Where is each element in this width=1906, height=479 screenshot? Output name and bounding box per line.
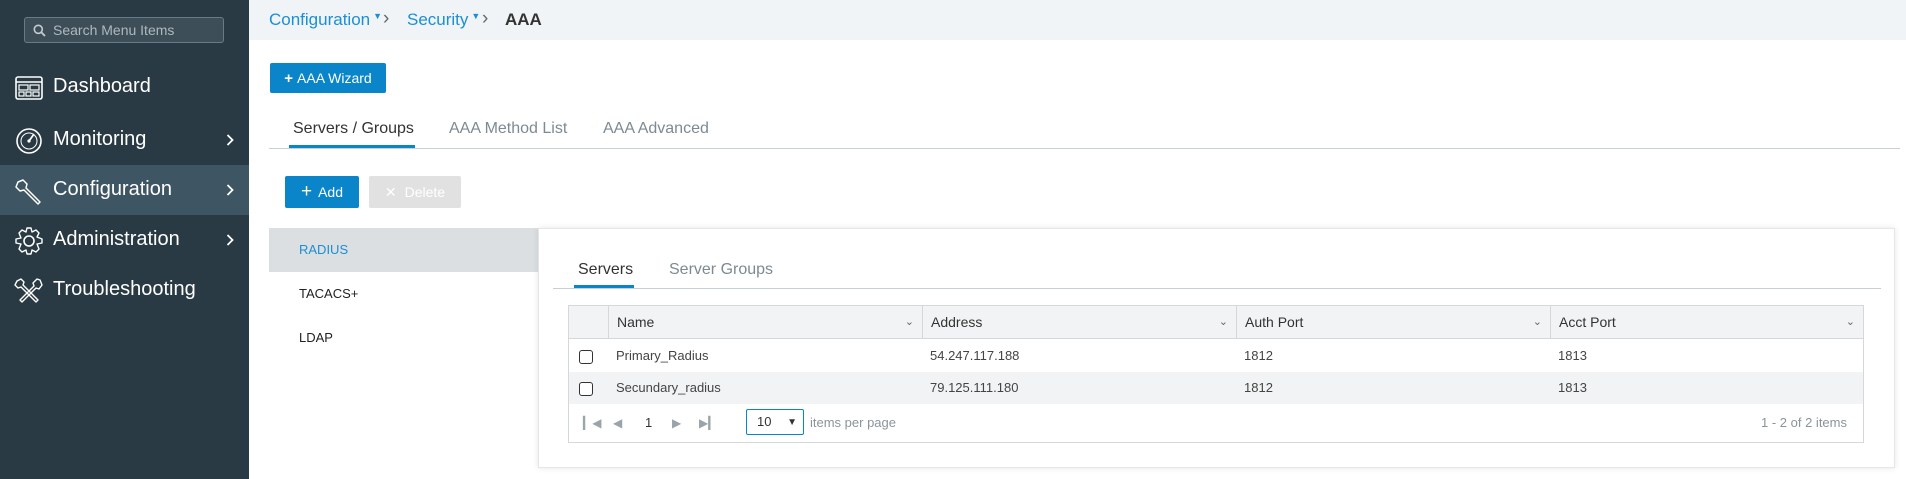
add-label: Add xyxy=(318,184,344,200)
column-label: Acct Port xyxy=(1559,314,1616,330)
aaa-wizard-label: AAA Wizard xyxy=(297,70,372,86)
tab-servers[interactable]: Servers xyxy=(578,261,633,279)
column-header-acct-port[interactable]: Acct Port ⌄ xyxy=(1550,306,1863,339)
tab-aaa-method-list[interactable]: AAA Method List xyxy=(449,120,567,138)
chevron-right-icon: › xyxy=(383,8,390,29)
monitoring-icon xyxy=(16,128,42,154)
sort-chevron-icon[interactable]: ⌄ xyxy=(1846,306,1855,339)
cell-name[interactable]: Secundary_radius xyxy=(616,372,721,404)
sort-chevron-icon[interactable]: ⌄ xyxy=(905,306,914,339)
tab-server-groups[interactable]: Server Groups xyxy=(669,261,773,279)
cell-auth-port: 1812 xyxy=(1244,380,1273,395)
column-header-name[interactable]: Name ⌄ xyxy=(608,306,922,339)
column-header-address[interactable]: Address ⌄ xyxy=(922,306,1236,339)
cell-name[interactable]: Primary_Radius xyxy=(616,340,708,372)
nav-label-dashboard: Dashboard xyxy=(53,75,151,97)
chevron-right-icon: › xyxy=(482,8,489,29)
table-row[interactable]: Secundary_radius 79.125.111.180 1812 181… xyxy=(569,372,1863,404)
chevron-right-icon xyxy=(226,234,234,246)
chevron-right-icon xyxy=(226,134,234,146)
search-input[interactable] xyxy=(53,22,213,38)
first-page-icon[interactable]: ▎◀ xyxy=(583,416,601,430)
current-page[interactable]: 1 xyxy=(645,415,652,430)
column-header-auth-port[interactable]: Auth Port ⌄ xyxy=(1236,306,1550,339)
plus-icon: + xyxy=(284,69,294,87)
add-button[interactable]: + Add xyxy=(285,176,359,208)
row-checkbox[interactable] xyxy=(579,382,593,396)
nav-label-monitoring: Monitoring xyxy=(53,128,147,150)
select-column-header xyxy=(569,306,608,339)
caret-down-icon: ▼ xyxy=(373,11,383,21)
aaa-wizard-button[interactable]: + AAA Wizard xyxy=(270,63,386,93)
plus-icon: + xyxy=(300,181,313,202)
next-page-icon[interactable]: ▶ xyxy=(672,416,681,430)
dashboard-icon xyxy=(15,76,43,100)
table-header: Name ⌄ Address ⌄ Auth Port ⌄ Acct Port ⌄ xyxy=(569,306,1863,339)
cell-auth-port: 1812 xyxy=(1244,348,1273,363)
active-tab-indicator xyxy=(289,145,415,148)
nav-item-monitoring[interactable]: Monitoring xyxy=(0,115,249,165)
breadcrumb-label: Security xyxy=(407,10,469,29)
sidebar: Dashboard Monitoring Configuration Admin… xyxy=(0,0,249,479)
cell-address: 54.247.117.188 xyxy=(930,348,1020,363)
close-icon: ✕ xyxy=(384,183,397,200)
page-title: AAA xyxy=(505,10,542,29)
chevron-right-icon xyxy=(226,184,234,196)
sort-chevron-icon[interactable]: ⌄ xyxy=(1533,306,1542,339)
tabs-divider xyxy=(269,148,1900,149)
nav-label-troubleshooting: Troubleshooting xyxy=(53,278,196,300)
last-page-icon[interactable]: ▶▎ xyxy=(699,416,717,430)
sort-chevron-icon[interactable]: ⌄ xyxy=(1219,306,1228,339)
breadcrumb-configuration[interactable]: Configuration ▼ xyxy=(269,10,382,30)
nav-item-configuration[interactable]: Configuration xyxy=(0,165,249,215)
nav-item-dashboard[interactable]: Dashboard xyxy=(0,62,249,112)
page-size-select[interactable]: 10 ▼ xyxy=(746,409,804,435)
nav-label-configuration: Configuration xyxy=(53,178,172,200)
pagination: ▎◀ ◀ 1 ▶ ▶▎ 10 ▼ items per page 1 - 2 of… xyxy=(569,404,1863,442)
row-checkbox[interactable] xyxy=(579,350,593,364)
items-per-page-label: items per page xyxy=(810,415,896,430)
breadcrumb-label: Configuration xyxy=(269,10,371,29)
active-subtab-indicator xyxy=(574,285,634,288)
cell-address: 79.125.111.180 xyxy=(930,380,1019,395)
prev-page-icon[interactable]: ◀ xyxy=(613,416,622,430)
caret-down-icon: ▼ xyxy=(471,11,481,21)
server-type-radius[interactable]: RADIUS xyxy=(269,228,538,272)
page-size-value: 10 xyxy=(757,414,772,429)
servers-table: Name ⌄ Address ⌄ Auth Port ⌄ Acct Port ⌄ Pri… xyxy=(568,305,1864,443)
nav-label-administration: Administration xyxy=(53,228,180,250)
item-count: 1 - 2 of 2 items xyxy=(1761,415,1847,430)
subtabs-divider xyxy=(553,288,1881,289)
nav-item-administration[interactable]: Administration xyxy=(0,215,249,265)
delete-label: Delete xyxy=(404,184,446,200)
server-type-ldap[interactable]: LDAP xyxy=(269,316,538,360)
column-label: Name xyxy=(617,314,655,330)
server-type-tacacs[interactable]: TACACS+ xyxy=(269,272,538,316)
tab-aaa-advanced[interactable]: AAA Advanced xyxy=(603,120,709,138)
column-label: Auth Port xyxy=(1245,314,1304,330)
caret-down-icon: ▼ xyxy=(787,417,797,428)
breadcrumb: Configuration ▼ › Security ▼ › AAA xyxy=(249,0,1906,40)
search-icon xyxy=(33,24,46,37)
nav-item-troubleshooting[interactable]: Troubleshooting xyxy=(0,265,249,315)
cell-acct-port: 1813 xyxy=(1558,348,1587,363)
search-box[interactable] xyxy=(24,17,224,43)
column-label: Address xyxy=(931,314,983,330)
delete-button[interactable]: ✕ Delete xyxy=(369,176,461,208)
breadcrumb-security[interactable]: Security ▼ xyxy=(407,10,480,30)
tools-icon xyxy=(14,278,43,303)
cell-acct-port: 1813 xyxy=(1558,380,1587,395)
tab-servers-groups[interactable]: Servers / Groups xyxy=(293,120,414,138)
wrench-icon xyxy=(15,179,41,205)
table-row[interactable]: Primary_Radius 54.247.117.188 1812 1813 xyxy=(569,340,1863,372)
gear-icon xyxy=(15,227,43,255)
